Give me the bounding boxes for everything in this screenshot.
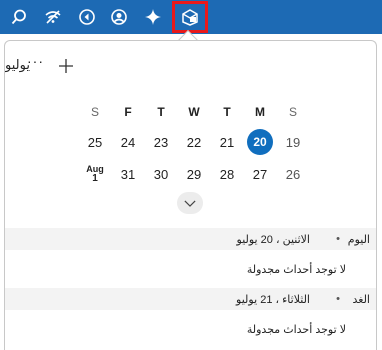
weekday-header: T <box>157 105 165 119</box>
highlight-box <box>172 1 208 33</box>
weekday-header: S <box>90 105 99 119</box>
add-event-button[interactable] <box>55 55 77 77</box>
weekday-header: M <box>255 105 265 119</box>
weekday-header: T <box>223 105 231 119</box>
day-cell[interactable]: 31 <box>112 159 144 189</box>
day-cell[interactable]: 22 <box>178 127 210 157</box>
today-cell[interactable]: 20 <box>244 127 276 157</box>
weekday-header-row: S F T W T M S <box>79 97 309 127</box>
weekday-header: S <box>288 105 297 119</box>
day-cell[interactable]: 21 <box>211 127 243 157</box>
bullet: • <box>336 233 340 245</box>
agenda-day-name: اليوم <box>347 234 370 246</box>
day-cell[interactable]: 24 <box>112 127 144 157</box>
background-window-right <box>378 34 382 350</box>
day-cell[interactable]: 28 <box>211 159 243 189</box>
week-row: 25 24 23 22 21 20 19 <box>79 127 309 157</box>
day-cell[interactable]: 25 <box>79 127 111 157</box>
agenda-day-date: الاثنين ، 20 يوليو <box>236 234 310 246</box>
agenda-day-header: اليوم • الاثنين ، 20 يوليو <box>5 228 376 250</box>
weekday-header: F <box>124 105 132 119</box>
weekday-header: W <box>188 105 200 119</box>
agenda-day-header: الغد • الثلاثاء ، 21 يوليو <box>5 288 376 310</box>
no-events-text: لا توجد أحداث مجدولة <box>246 324 346 336</box>
wifi-off-icon[interactable] <box>40 4 66 30</box>
week-row: Aug 1 31 30 29 28 27 26 <box>79 159 309 189</box>
no-events-text: لا توجد أحداث مجدولة <box>246 264 346 276</box>
day-cell[interactable]: 30 <box>145 159 177 189</box>
taskbar <box>0 0 382 34</box>
sparkle-icon[interactable] <box>140 4 166 30</box>
agenda-day-name: الغد <box>352 294 371 306</box>
bullet: • <box>336 293 340 305</box>
back-icon[interactable] <box>74 4 100 30</box>
day-cell[interactable]: Aug 1 <box>79 159 111 189</box>
agenda-day-date: الثلاثاء ، 21 يوليو <box>236 294 310 306</box>
day-cell[interactable]: 23 <box>145 127 177 157</box>
chevron-down-icon <box>184 200 196 207</box>
calendar-flyout: يوليو ··· S F T W T M S 25 24 23 22 21 2… <box>4 40 377 350</box>
more-options-button[interactable]: ··· <box>27 53 44 69</box>
search-icon[interactable] <box>6 4 32 30</box>
day-cell[interactable]: 27 <box>244 159 276 189</box>
account-icon[interactable] <box>106 4 132 30</box>
day-cell[interactable]: 26 <box>277 159 309 189</box>
day-cell[interactable]: 29 <box>178 159 210 189</box>
plus-icon <box>59 59 73 73</box>
expand-calendar-button[interactable] <box>177 192 203 214</box>
flyout-header: يوليو ··· <box>5 53 376 77</box>
day-cell[interactable]: 19 <box>277 127 309 157</box>
